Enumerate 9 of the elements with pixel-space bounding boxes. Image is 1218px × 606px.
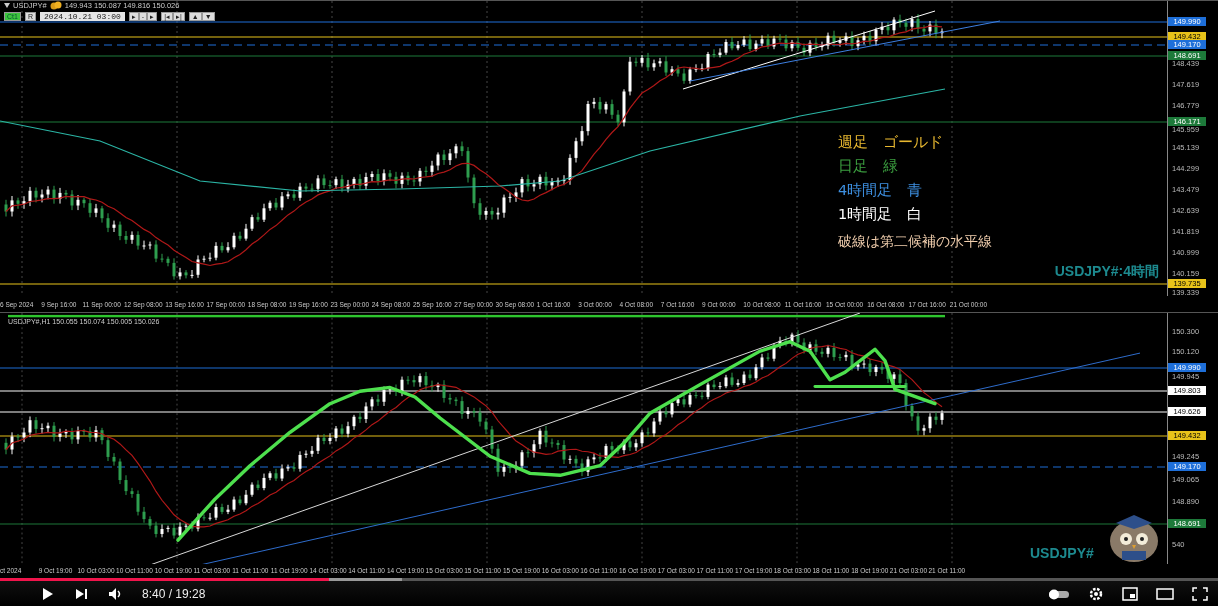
legend-text: 破線は第二候補の水平線 xyxy=(838,233,992,251)
legend-text: 4時間足 青 xyxy=(838,181,924,200)
legend-text: 週足 ゴールド xyxy=(838,133,944,152)
chart-watermark: USDJPY#:4時間 xyxy=(1054,263,1159,281)
chart-watermark: USDJPY# xyxy=(1030,545,1094,561)
playback-time: 8:40 / 19:28 xyxy=(142,586,206,601)
date-input-field[interactable]: 2024.10.21 03:00 xyxy=(39,11,125,21)
legend-text: 1時間足 白 xyxy=(838,205,924,224)
legend-text: 日足 緑 xyxy=(838,157,899,176)
